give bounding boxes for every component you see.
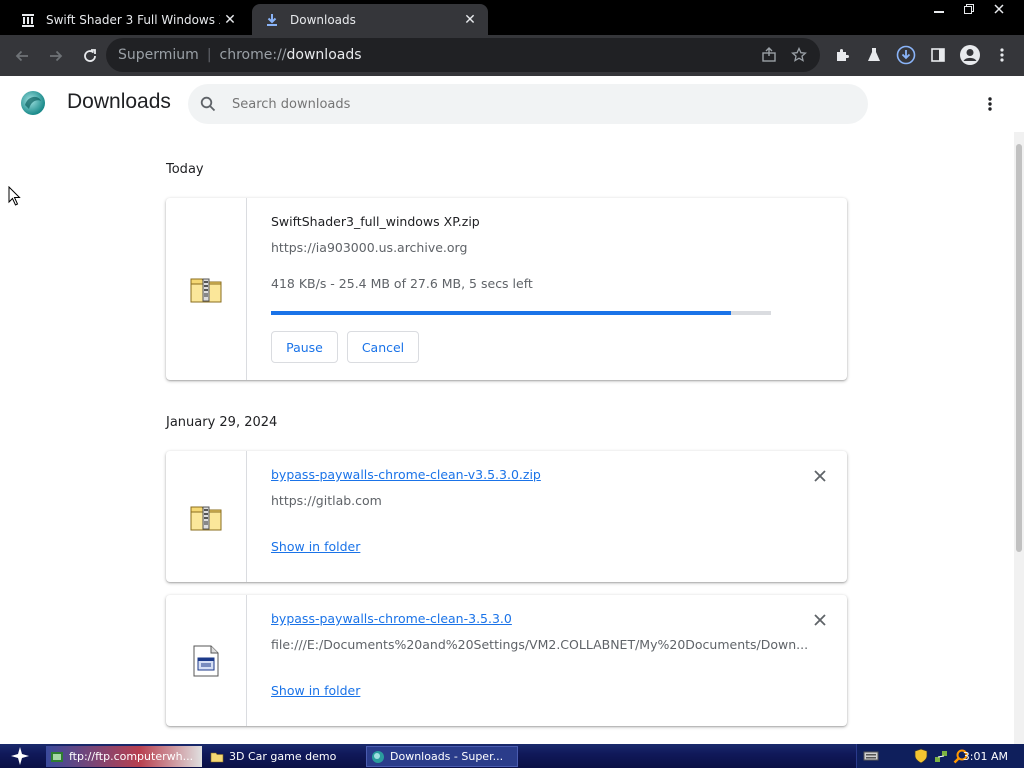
side-panel-icon[interactable] [922, 39, 954, 71]
remove-from-list-icon[interactable] [811, 467, 829, 485]
search-bar[interactable] [188, 84, 868, 124]
tab-title: Swift Shader 3 Full Windows XP : Fr [46, 12, 220, 27]
address-bar[interactable]: Supermium | chrome:// downloads [106, 38, 820, 72]
date-heading: Today [166, 162, 204, 177]
clock: 3:01 AM [962, 749, 1008, 763]
system-tray: 3:01 AM [856, 744, 1024, 768]
security-shield-icon[interactable] [913, 748, 929, 764]
zip-folder-icon [166, 451, 247, 582]
mouse-cursor-icon [8, 185, 22, 210]
file-source-url: file:///E:/Documents%20and%20Settings/VM… [271, 637, 809, 652]
address-separator: | [206, 47, 212, 63]
zip-folder-icon [166, 198, 247, 380]
browser-icon [372, 750, 384, 763]
tab-downloads[interactable]: Downloads ✕ [252, 4, 488, 35]
extensions-icon[interactable] [826, 39, 858, 71]
network-icon[interactable] [933, 748, 949, 764]
restore-icon[interactable] [954, 0, 984, 18]
search-input[interactable] [232, 96, 832, 112]
close-tab-icon[interactable]: ✕ [220, 10, 240, 30]
url-host: downloads [286, 47, 362, 63]
file-name: SwiftShader3_full_windows XP.zip [271, 214, 480, 229]
library-icon [20, 12, 36, 28]
forward-icon[interactable] [40, 40, 72, 72]
date-heading: January 29, 2024 [166, 415, 278, 430]
cancel-button[interactable]: Cancel [347, 331, 419, 363]
url-scheme: chrome:// [219, 47, 287, 63]
file-source-url: https://ia903000.us.archive.org [271, 240, 468, 255]
site-label: Supermium [118, 47, 199, 63]
taskbar-item-label: ftp://ftp.computerwh... [69, 750, 194, 763]
file-name-link[interactable]: bypass-paywalls-chrome-clean-3.5.3.0 [271, 611, 512, 626]
keyboard-icon[interactable] [863, 748, 879, 764]
scrollbar-thumb[interactable] [1016, 144, 1022, 552]
browser-toolbar: Supermium | chrome:// downloads [0, 35, 1024, 76]
downloads-toolbar-icon[interactable] [890, 39, 922, 71]
page-title: Downloads [67, 90, 171, 113]
supermium-logo [19, 89, 47, 117]
file-source-url: https://gitlab.com [271, 493, 382, 508]
downloads-list: Today SwiftShader3_full_windows XP.zip h… [0, 132, 1014, 744]
page-scrollbar[interactable] [1014, 132, 1024, 744]
bookmark-star-icon[interactable] [784, 40, 814, 70]
download-card: bypass-paywalls-chrome-clean-3.5.3.0 fil… [166, 595, 847, 726]
tab-swiftshader-archive[interactable]: Swift Shader 3 Full Windows XP : Fr ✕ [8, 4, 248, 35]
downloads-header: Downloads [0, 76, 1024, 132]
taskbar: ftp://ftp.computerwh... 3D Car game demo… [0, 744, 1024, 768]
window-controls [924, 0, 1014, 18]
share-icon[interactable] [754, 40, 784, 70]
pause-button[interactable]: Pause [271, 331, 338, 363]
taskbar-item-label: 3D Car game demo [229, 750, 337, 763]
tab-strip: Swift Shader 3 Full Windows XP : Fr ✕ Do… [0, 0, 1024, 35]
back-icon[interactable] [6, 40, 38, 72]
download-card: bypass-paywalls-chrome-clean-v3.5.3.0.zi… [166, 451, 847, 582]
close-tab-icon[interactable]: ✕ [460, 10, 480, 30]
browser-menu-icon[interactable] [986, 39, 1018, 71]
profile-avatar-icon[interactable] [954, 39, 986, 71]
minimize-icon[interactable] [924, 0, 954, 18]
tab-title: Downloads [290, 12, 356, 27]
taskbar-item-ftp[interactable]: ftp://ftp.computerwh... [46, 746, 202, 767]
taskbar-item-car-game[interactable]: 3D Car game demo [206, 746, 362, 767]
folder-icon [210, 752, 224, 762]
search-icon [200, 96, 222, 112]
taskbar-item-label: Downloads - Super... [390, 750, 504, 763]
close-window-icon[interactable] [984, 0, 1014, 18]
reload-icon[interactable] [74, 40, 106, 72]
start-menu-icon[interactable] [0, 744, 40, 768]
show-in-folder-link[interactable]: Show in folder [271, 539, 360, 554]
download-status: 418 KB/s - 25.4 MB of 27.6 MB, 5 secs le… [271, 276, 533, 291]
progress-bar [271, 311, 771, 315]
progress-bar-fill [271, 311, 731, 315]
download-icon [264, 12, 280, 28]
labs-flask-icon[interactable] [858, 39, 890, 71]
download-card: SwiftShader3_full_windows XP.zip https:/… [166, 198, 847, 380]
show-in-folder-link[interactable]: Show in folder [271, 683, 360, 698]
toolbar-actions [826, 38, 1018, 72]
more-actions-icon[interactable] [978, 92, 1002, 116]
executable-icon [166, 595, 247, 726]
remove-from-list-icon[interactable] [811, 611, 829, 629]
taskbar-item-downloads[interactable]: Downloads - Super... [366, 746, 518, 767]
ftp-icon [51, 751, 63, 762]
file-name-link[interactable]: bypass-paywalls-chrome-clean-v3.5.3.0.zi… [271, 467, 541, 482]
